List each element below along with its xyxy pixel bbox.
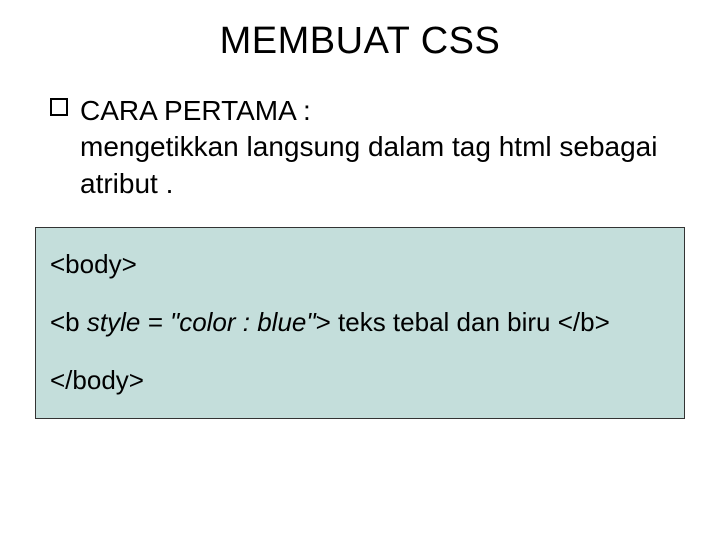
square-bullet-icon [50,98,68,116]
code-prefix: <b [50,307,87,337]
code-line-1: <body> [50,250,670,280]
slide-title: MEMBUAT CSS [0,0,720,63]
code-line-3: </body> [50,366,670,396]
code-attribute: style = "color : blue" [87,307,316,337]
code-line-2: <b style = "color : blue"> teks tebal da… [50,308,670,338]
code-suffix: > teks tebal dan biru </b> [316,307,610,337]
bullet-heading: CARA PERTAMA : [80,93,670,129]
bullet-description: mengetikkan langsung dalam tag html seba… [80,129,670,202]
slide-content: CARA PERTAMA : mengetikkan langsung dala… [0,63,720,202]
bullet-item: CARA PERTAMA : mengetikkan langsung dala… [50,93,670,202]
code-example-box: <body> <b style = "color : blue"> teks t… [35,227,685,419]
